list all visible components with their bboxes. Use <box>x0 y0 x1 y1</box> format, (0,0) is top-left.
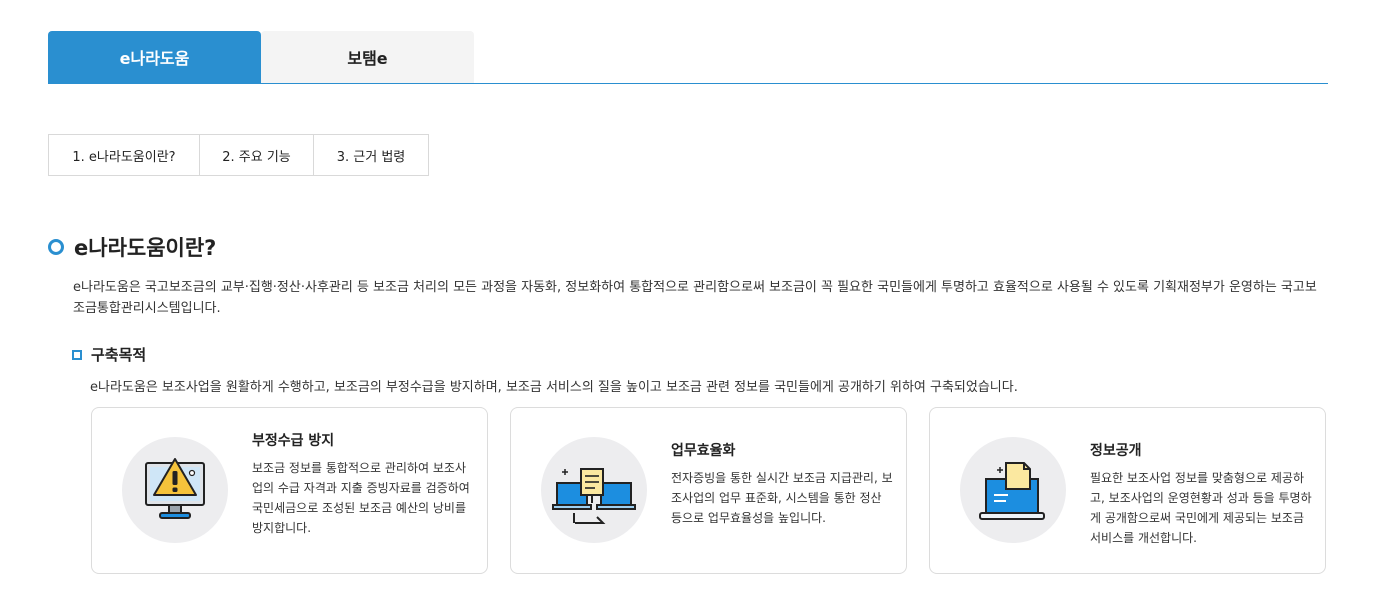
card-title: 부정수급 방지 <box>252 433 335 449</box>
card-text: 보조금 정보를 통합적으로 관리하여 보조사업의 수급 자격과 지출 증빙자료를… <box>252 461 470 535</box>
card-text: 필요한 보조사업 정보를 맞춤형으로 제공하고, 보조사업의 운영현황과 성과 … <box>1090 471 1312 545</box>
tab-enaradoum[interactable]: e나라도움 <box>48 31 261 83</box>
card-text: 전자증빙을 통한 실시간 보조금 지급관리, 보조사업의 업무 표준화, 시스템… <box>671 471 893 525</box>
card-title: 업무효율화 <box>671 443 736 459</box>
square-bullet-icon <box>72 349 82 360</box>
warning-monitor-icon <box>122 437 228 543</box>
purpose-text: e나라도움은 보조사업을 원활하게 수행하고, 보조금의 부정수급을 방지하며,… <box>90 380 1018 395</box>
card-efficiency: 업무효율화 전자증빙을 통한 실시간 보조금 지급관리, 보조사업의 업무 표준… <box>510 407 907 574</box>
subtab-what-is[interactable]: 1. e나라도움이란? <box>49 135 200 175</box>
section-heading: e나라도움이란? <box>48 232 216 262</box>
circle-bullet-icon <box>48 239 64 255</box>
card-fraud-prevention: 부정수급 방지 보조금 정보를 통합적으로 관리하여 보조사업의 수급 자격과 … <box>91 407 488 574</box>
document-laptop-icon <box>960 437 1066 543</box>
main-tabs: e나라도움 보탬e <box>48 31 1328 84</box>
sub-tabs: 1. e나라도움이란? 2. 주요 기능 3. 근거 법령 <box>48 134 429 176</box>
card-title: 정보공개 <box>1090 443 1142 459</box>
card-information-disclosure: 정보공개 필요한 보조사업 정보를 맞춤형으로 제공하고, 보조사업의 운영현황… <box>929 407 1326 574</box>
tab-botaeme[interactable]: 보탬e <box>261 31 474 83</box>
document-laptops-icon <box>541 437 647 543</box>
subtab-main-functions[interactable]: 2. 주요 기능 <box>200 135 314 175</box>
section-intro: e나라도움은 국고보조금의 교부·집행·정산·사후관리 등 보조금 처리의 모든… <box>73 280 1317 316</box>
section-title: e나라도움이란? <box>74 236 217 260</box>
purpose-heading: 구축목적 <box>72 344 146 365</box>
purpose-title: 구축목적 <box>91 346 147 364</box>
subtab-legal-basis[interactable]: 3. 근거 법령 <box>314 135 428 175</box>
